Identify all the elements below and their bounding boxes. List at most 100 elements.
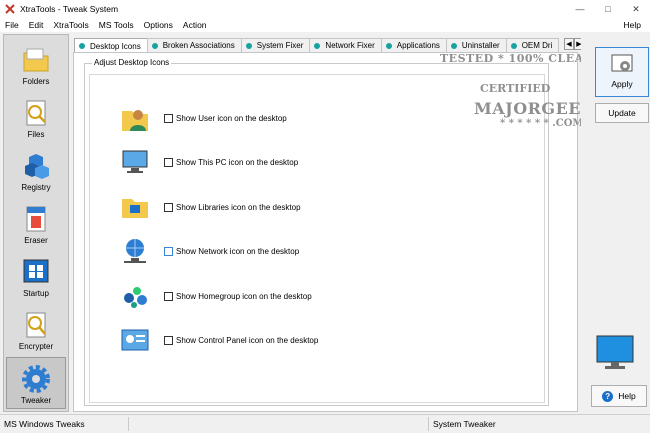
show-control-panel-icon-checkbox[interactable] [164, 335, 173, 345]
option-label: Show Libraries icon on the desktop [176, 202, 301, 212]
sidebar-item-files[interactable]: Files [6, 92, 66, 144]
tab-label: Desktop Icons [90, 41, 141, 51]
menu-xtratools[interactable]: XtraTools [48, 20, 93, 30]
status-divider [128, 417, 129, 431]
tab-dot-icon [79, 43, 85, 49]
tab-label: OEM Dri [521, 41, 553, 50]
option-homegroup-icon: Show Homegroup icon on the desktop [120, 281, 312, 311]
tab-dot-icon [385, 42, 392, 49]
menu-help[interactable]: Help [619, 20, 646, 30]
menu-bar: File Edit XtraTools MS Tools Options Act… [0, 18, 650, 32]
libraries-icon [122, 199, 148, 218]
option-network-icon: Show Network icon on the desktop [120, 236, 299, 266]
tab-label: Uninstaller [461, 41, 500, 50]
tab-dot-icon [510, 42, 517, 49]
tab-scroll-left-icon[interactable]: ◀ [564, 38, 574, 50]
control-panel-icon [121, 329, 149, 351]
show-homegroup-icon-checkbox[interactable] [164, 291, 173, 301]
tab-applications[interactable]: Applications [380, 38, 447, 52]
show-network-icon-checkbox[interactable] [164, 246, 173, 256]
tab-system-fixer[interactable]: System Fixer [240, 38, 311, 52]
show-this-pc-icon-checkbox[interactable] [164, 157, 173, 167]
status-right: System Tweaker [433, 419, 496, 429]
tab-dot-icon [450, 42, 457, 49]
sidebar-item-folders[interactable]: Folders [6, 39, 66, 91]
tab-dot-icon [151, 42, 158, 49]
maximize-button[interactable]: □ [594, 0, 622, 18]
sidebar-item-label: Encrypter [18, 342, 54, 351]
registry-icon [25, 154, 49, 179]
close-button[interactable]: ✕ [622, 0, 650, 18]
menu-action[interactable]: Action [178, 20, 212, 30]
menu-file[interactable]: File [0, 20, 24, 30]
monitor-icon [596, 335, 634, 369]
option-label: Show Network icon on the desktop [176, 246, 300, 256]
menu-ms-tools[interactable]: MS Tools [94, 20, 139, 30]
watermark-line-2: CERTIFIED [480, 82, 551, 95]
user-icon [122, 110, 148, 131]
help-icon: ? [602, 390, 614, 402]
status-divider [428, 417, 429, 431]
tab-label: System Fixer [256, 41, 304, 50]
sidebar-item-label: Files [27, 130, 45, 139]
tab-dot-icon [314, 42, 321, 49]
sidebar-item-eraser[interactable]: Eraser [6, 198, 66, 250]
gear-icon [22, 365, 50, 393]
files-icon [26, 100, 46, 126]
show-libraries-icon-checkbox[interactable] [164, 202, 173, 212]
status-bar: MS Windows Tweaks System Tweaker [0, 414, 650, 433]
option-libraries-icon: Show Libraries icon on the desktop [120, 192, 301, 222]
apply-button[interactable]: Apply [595, 47, 649, 97]
homegroup-icon [124, 287, 147, 308]
option-control-panel-icon: Show Control Panel icon on the desktop [120, 325, 318, 355]
eraser-icon [26, 206, 46, 232]
menu-options[interactable]: Options [139, 20, 178, 30]
sidebar-item-label: Tweaker [20, 396, 52, 405]
option-label: Show This PC icon on the desktop [176, 157, 299, 167]
tab-network-fixer[interactable]: Network Fixer [309, 38, 382, 52]
app-icon [5, 4, 15, 14]
option-label: Show Control Panel icon on the desktop [176, 335, 319, 345]
sidebar-item-label: Folders [22, 77, 50, 86]
option-this-pc-icon: Show This PC icon on the desktop [120, 147, 298, 177]
option-label: Show Homegroup icon on the desktop [176, 291, 312, 301]
tab-strip: Desktop Icons Broken Associations System… [74, 38, 574, 52]
sidebar-item-label: Startup [23, 289, 49, 298]
window-title: XtraTools - Tweak System [20, 4, 119, 14]
sidebar-item-startup[interactable]: Startup [6, 251, 66, 303]
sidebar-item-tweaker[interactable]: Tweaker [6, 357, 66, 409]
sidebar-item-label: Eraser [24, 236, 48, 245]
tab-dot-icon [245, 42, 252, 49]
options-area: Show User icon on the desktop Show This … [89, 74, 545, 403]
help-label: Help [618, 391, 636, 401]
option-user-icon: Show User icon on the desktop [120, 103, 287, 133]
group-title: Adjust Desktop Icons [92, 58, 172, 67]
tab-oem-drivers[interactable]: OEM Dri [505, 38, 560, 52]
show-user-icon-checkbox[interactable] [164, 113, 173, 123]
network-icon [124, 239, 146, 263]
tab-label: Network Fixer [325, 41, 375, 50]
apply-gear-icon [611, 54, 633, 72]
tab-desktop-icons[interactable]: Desktop Icons [74, 38, 148, 52]
minimize-button[interactable]: — [566, 0, 594, 18]
tab-broken-associations[interactable]: Broken Associations [146, 38, 242, 52]
watermark-line-4: * * * * * * .COM [500, 118, 584, 129]
startup-icon [23, 259, 49, 283]
apply-label: Apply [611, 79, 633, 89]
tab-label: Broken Associations [162, 41, 235, 50]
help-button[interactable]: ? Help [591, 385, 647, 407]
folder-icon [23, 48, 49, 72]
update-button[interactable]: Update [595, 103, 649, 123]
this-pc-icon [122, 150, 148, 173]
tab-uninstaller[interactable]: Uninstaller [445, 38, 507, 52]
menu-edit[interactable]: Edit [24, 20, 49, 30]
action-panel: Apply Update ? Help [581, 34, 650, 412]
sidebar-item-label: Registry [21, 183, 51, 192]
sidebar: Folders Files Registry Eraser Startup En… [3, 34, 69, 412]
encrypter-icon [26, 312, 46, 338]
tab-label: Applications [396, 41, 440, 50]
sidebar-item-registry[interactable]: Registry [6, 145, 66, 197]
option-label: Show User icon on the desktop [176, 113, 287, 123]
sidebar-item-encrypter[interactable]: Encrypter [6, 304, 66, 356]
status-left: MS Windows Tweaks [4, 419, 85, 429]
